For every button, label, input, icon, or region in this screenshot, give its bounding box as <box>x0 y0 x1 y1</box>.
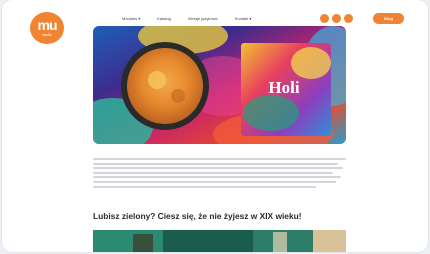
blog-button[interactable]: Blog <box>373 13 404 24</box>
nav-links: Modules ▾ Katalog Wersje językowe Kontak… <box>122 10 251 27</box>
hero-paint-illustration: Holi <box>93 26 346 144</box>
logo-mark: mu <box>37 17 58 33</box>
social-links <box>320 14 353 23</box>
top-navigation: Modules ▾ Katalog Wersje językowe Kontak… <box>68 10 406 27</box>
logo-subtitle: studio <box>42 33 52 37</box>
green-room-photo <box>93 230 346 252</box>
article-heading: Lubisz zielony? Ciesz się, że nie żyjesz… <box>93 211 302 221</box>
hero-box-title: Holi <box>268 78 299 97</box>
article-image <box>93 230 346 252</box>
article-paragraph <box>93 158 346 190</box>
nav-item-catalog[interactable]: Katalog <box>157 16 171 21</box>
nav-item-modules[interactable]: Modules ▾ <box>122 16 140 21</box>
instagram-icon[interactable] <box>332 14 341 23</box>
site-logo[interactable]: mu studio <box>30 12 64 44</box>
device-frame: Modules ▾ Katalog Wersje językowe Kontak… <box>2 0 428 252</box>
youtube-icon[interactable] <box>344 14 353 23</box>
facebook-icon[interactable] <box>320 14 329 23</box>
nav-item-contact[interactable]: Kontakt ▾ <box>235 16 252 21</box>
hero-image: Holi <box>93 26 346 144</box>
nav-item-languages[interactable]: Wersje językowe <box>188 16 218 21</box>
